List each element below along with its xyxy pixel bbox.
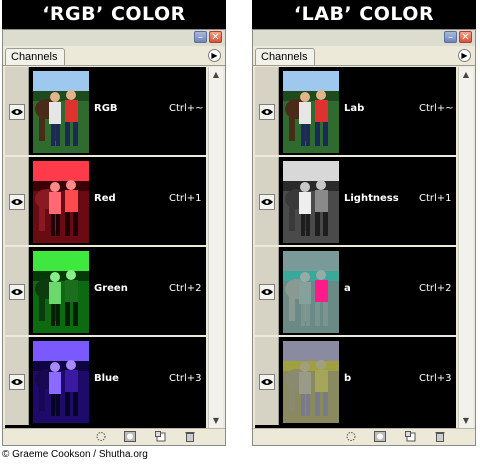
panel-menu-icon[interactable]: ▶: [208, 49, 221, 62]
visibility-column: [5, 337, 29, 425]
channel-row-lab[interactable]: Lab Ctrl+~: [255, 67, 456, 157]
visibility-column: [5, 67, 29, 155]
close-icon[interactable]: ✕: [209, 31, 222, 43]
visibility-column: [255, 67, 279, 155]
eye-icon[interactable]: [9, 284, 25, 300]
channels-panel-lab: – ✕ Channels ▶ Lab Ctrl+~ Lightness Ctrl…: [252, 29, 476, 446]
mask-icon[interactable]: [374, 431, 386, 442]
channel-shortcut: Ctrl+2: [419, 283, 452, 294]
channel-shortcut: Ctrl+~: [419, 103, 454, 114]
channel-name: Green: [94, 283, 128, 294]
channel-thumbnail: [283, 71, 339, 153]
channel-thumbnail: [33, 251, 89, 333]
eye-icon[interactable]: [259, 374, 275, 390]
trash-icon[interactable]: [184, 431, 196, 442]
new-channel-icon[interactable]: [405, 431, 417, 442]
dotted-circle-icon[interactable]: [345, 431, 357, 442]
channel-row-a[interactable]: a Ctrl+2: [255, 247, 456, 337]
channel-name: a: [344, 283, 351, 294]
scroll-down-icon[interactable]: ▼: [210, 414, 222, 428]
visibility-column: [5, 157, 29, 245]
visibility-column: [5, 247, 29, 335]
channel-thumbnail: [33, 161, 89, 243]
scroll-up-icon[interactable]: ▲: [210, 68, 222, 82]
channel-name: Lightness: [344, 193, 399, 204]
visibility-column: [255, 337, 279, 425]
eye-icon[interactable]: [259, 194, 275, 210]
new-channel-icon[interactable]: [155, 431, 167, 442]
rgb-heading: ‘RGB’ COLOR: [2, 0, 226, 29]
tab-channels[interactable]: Channels: [5, 48, 65, 65]
scroll-up-icon[interactable]: ▲: [460, 68, 472, 82]
channel-row-red[interactable]: Red Ctrl+1: [5, 157, 206, 247]
eye-icon[interactable]: [9, 194, 25, 210]
channel-name: Red: [94, 193, 116, 204]
channel-name: RGB: [94, 103, 118, 114]
channel-shortcut: Ctrl+1: [169, 193, 202, 204]
eye-icon[interactable]: [259, 284, 275, 300]
scroll-down-icon[interactable]: ▼: [460, 414, 472, 428]
channel-row-green[interactable]: Green Ctrl+2: [5, 247, 206, 337]
minimize-icon[interactable]: –: [444, 31, 457, 43]
close-icon[interactable]: ✕: [459, 31, 472, 43]
trash-icon[interactable]: [434, 431, 446, 442]
channel-name: b: [344, 373, 352, 384]
eye-icon[interactable]: [9, 104, 25, 120]
channels-panel-rgb: – ✕ Channels ▶ RGB Ctrl+~ Red Ctrl+1 Gre…: [2, 29, 226, 446]
dotted-circle-icon[interactable]: [95, 431, 107, 442]
panel-titlebar: – ✕: [253, 30, 475, 46]
channel-shortcut: Ctrl+3: [169, 373, 202, 384]
channel-row-blue[interactable]: Blue Ctrl+3: [5, 337, 206, 427]
tab-row: Channels ▶: [3, 46, 225, 66]
channel-thumbnail: [33, 71, 89, 153]
mask-icon[interactable]: [124, 431, 136, 442]
channel-shortcut: Ctrl+1: [419, 193, 452, 204]
eye-icon[interactable]: [9, 374, 25, 390]
channel-name: Blue: [94, 373, 119, 384]
eye-icon[interactable]: [259, 104, 275, 120]
channel-name: Lab: [344, 103, 365, 114]
channel-thumbnail: [33, 341, 89, 423]
channel-thumbnail: [283, 341, 339, 423]
channel-list: Lab Ctrl+~ Lightness Ctrl+1 a Ctrl+2 b C…: [255, 67, 456, 429]
panel-bottom-toolbar: [3, 428, 225, 445]
channel-row-lightness[interactable]: Lightness Ctrl+1: [255, 157, 456, 247]
channel-shortcut: Ctrl+2: [169, 283, 202, 294]
visibility-column: [255, 247, 279, 335]
minimize-icon[interactable]: –: [194, 31, 207, 43]
panel-menu-icon[interactable]: ▶: [458, 49, 471, 62]
vertical-scrollbar[interactable]: ▲ ▼: [208, 67, 223, 429]
channel-shortcut: Ctrl+3: [419, 373, 452, 384]
vertical-scrollbar[interactable]: ▲ ▼: [458, 67, 473, 429]
channel-thumbnail: [283, 161, 339, 243]
panel-titlebar: – ✕: [3, 30, 225, 46]
channel-row-rgb[interactable]: RGB Ctrl+~: [5, 67, 206, 157]
tab-channels[interactable]: Channels: [255, 48, 315, 65]
visibility-column: [255, 157, 279, 245]
channel-thumbnail: [283, 251, 339, 333]
photo-credit: © Graeme Cookson / Shutha.org: [2, 449, 148, 460]
channel-list: RGB Ctrl+~ Red Ctrl+1 Green Ctrl+2 Blue …: [5, 67, 206, 429]
lab-heading: ‘LAB’ COLOR: [252, 0, 476, 29]
panel-bottom-toolbar: [253, 428, 475, 445]
channel-row-b[interactable]: b Ctrl+3: [255, 337, 456, 427]
tab-row: Channels ▶: [253, 46, 475, 66]
channel-shortcut: Ctrl+~: [169, 103, 204, 114]
